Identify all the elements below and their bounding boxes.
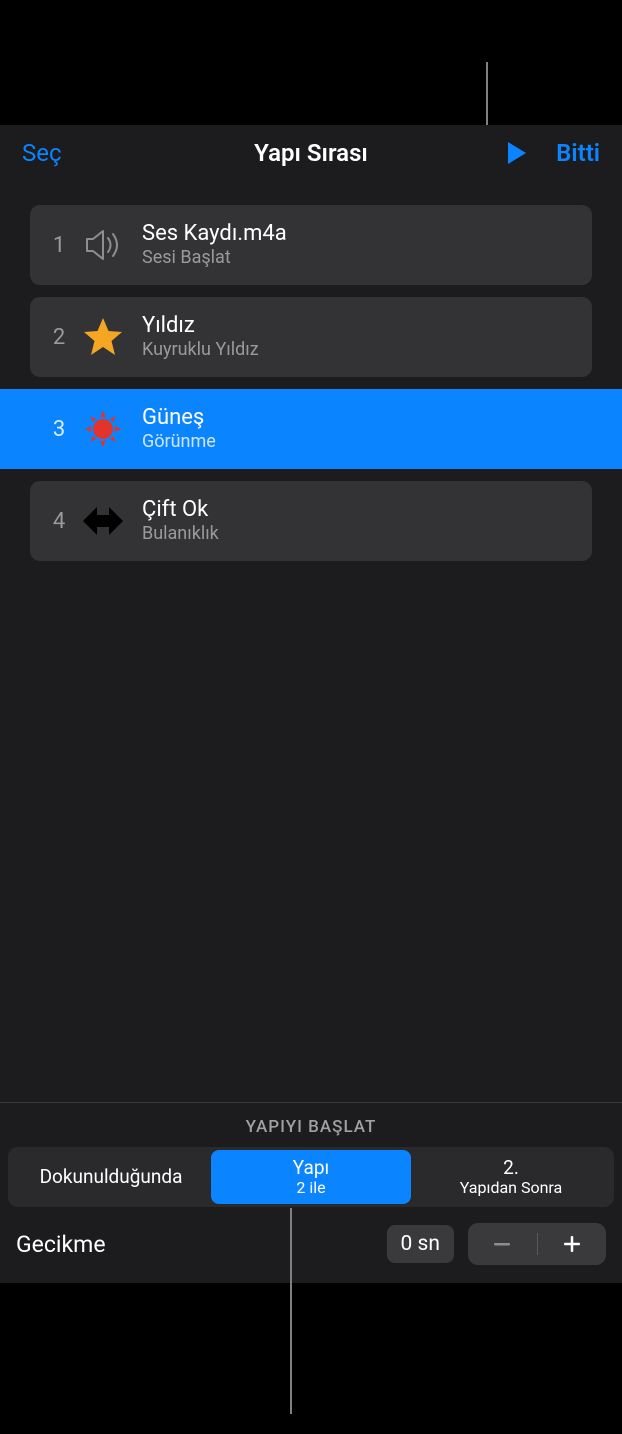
start-build-segmented: Dokunulduğunda Yapı 2 ile 2. Yapıdan Son… (8, 1147, 614, 1207)
item-title: Ses Kaydı.m4a (142, 221, 287, 247)
build-item-4[interactable]: 4 Çift Ok Bulanıklık (30, 481, 592, 561)
seg-on-tap[interactable]: Dokunulduğunda (11, 1150, 211, 1204)
item-number: 3 (46, 417, 72, 442)
star-icon (78, 313, 128, 361)
build-item-3[interactable]: 3 Güneş (0, 389, 622, 469)
seg-label: Dokunulduğunda (40, 1166, 183, 1188)
item-number: 1 (46, 233, 72, 258)
item-title: Güneş (142, 405, 216, 431)
item-number: 4 (46, 509, 72, 534)
item-subtitle: Kuyruklu Yıldız (142, 339, 259, 362)
seg-sublabel: 2 ile (296, 1179, 325, 1197)
panel-header: Seç Yapı Sırası Bitti (0, 125, 622, 181)
seg-label: Yapı (293, 1157, 329, 1179)
callout-line-bottom (290, 1208, 292, 1414)
delay-stepper (468, 1223, 606, 1265)
seg-with-build[interactable]: Yapı 2 ile (211, 1150, 411, 1204)
item-number: 2 (46, 325, 72, 350)
seg-after-build[interactable]: 2. Yapıdan Sonra (411, 1150, 611, 1204)
sun-icon (78, 405, 128, 453)
item-subtitle: Sesi Başlat (142, 247, 287, 270)
item-subtitle: Bulanıklık (142, 523, 219, 546)
item-title: Yıldız (142, 313, 259, 339)
build-item-1[interactable]: 1 Ses Kaydı.m4a Sesi Başlat (30, 205, 592, 285)
plus-icon (561, 1233, 583, 1255)
stepper-minus[interactable] (468, 1223, 537, 1265)
start-build-section: YAPIYI BAŞLAT Dokunulduğunda Yapı 2 ile … (0, 1102, 622, 1283)
stepper-plus[interactable] (538, 1223, 607, 1265)
select-button[interactable]: Seç (22, 139, 62, 167)
play-icon[interactable] (506, 140, 528, 166)
item-title: Çift Ok (142, 497, 219, 523)
seg-label: 2. (503, 1157, 519, 1179)
build-item-2[interactable]: 2 Yıldız Kuyruklu Yıldız (30, 297, 592, 377)
build-list: 1 Ses Kaydı.m4a Sesi Başlat 2 (0, 181, 622, 1102)
build-order-panel: Seç Yapı Sırası Bitti 1 Ses Kaydı.m4a Se… (0, 125, 622, 1283)
delay-label: Gecikme (16, 1231, 373, 1258)
speaker-icon (78, 221, 128, 269)
done-button[interactable]: Bitti (556, 139, 600, 167)
delay-value[interactable]: 0 sn (387, 1225, 454, 1263)
panel-title: Yapı Sırası (254, 139, 368, 167)
start-build-title: YAPIYI BAŞLAT (8, 1117, 614, 1137)
seg-sublabel: Yapıdan Sonra (460, 1179, 563, 1197)
item-subtitle: Görünme (142, 431, 216, 454)
double-arrow-icon (78, 497, 128, 545)
minus-icon (491, 1233, 513, 1255)
delay-row: Gecikme 0 sn (8, 1207, 614, 1269)
